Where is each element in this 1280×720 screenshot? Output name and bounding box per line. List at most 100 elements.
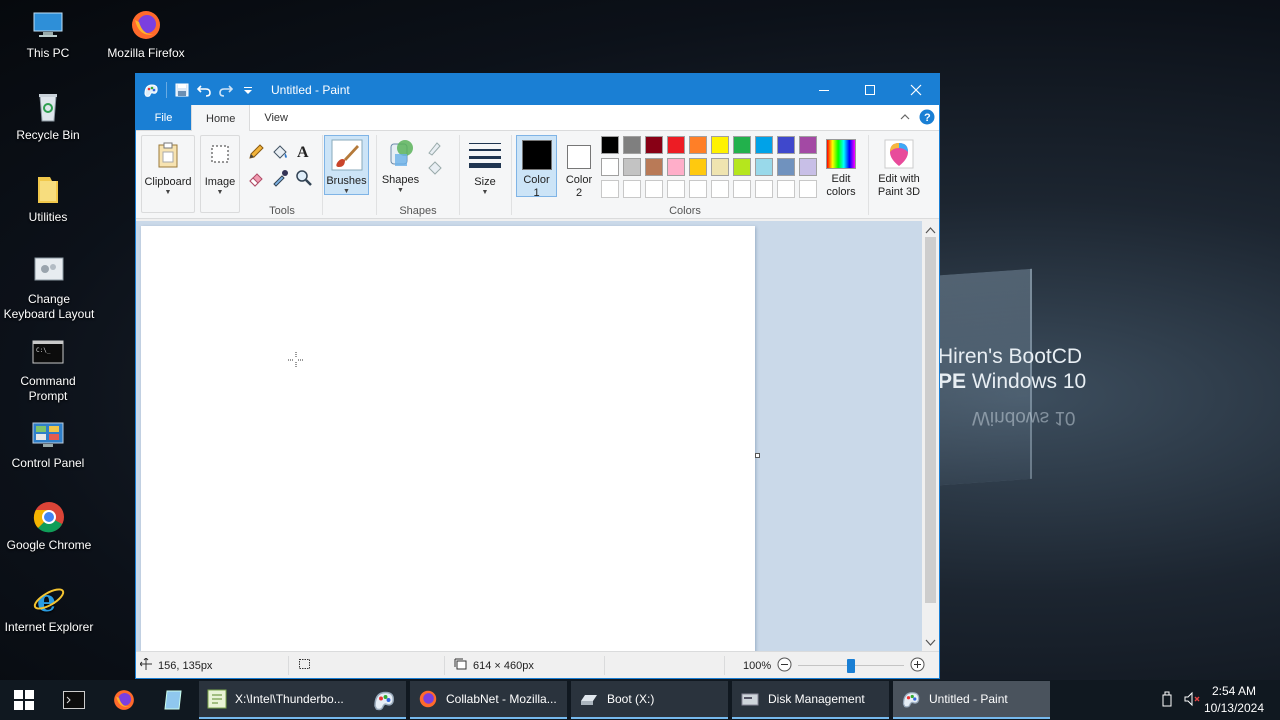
customize-quick-access-icon[interactable] (239, 81, 257, 99)
volume-muted-icon[interactable] (1184, 691, 1202, 710)
color2-button[interactable]: Color 2 (559, 135, 599, 199)
taskbar-pinned-paint[interactable] (359, 680, 409, 720)
palette-custom-slot[interactable] (645, 180, 663, 198)
undo-icon[interactable] (195, 81, 213, 99)
desktop-icon-internet-explorer[interactable]: e Internet Explorer (1, 582, 97, 635)
palette-custom-slot[interactable] (777, 180, 795, 198)
zoom-in-icon[interactable] (910, 657, 925, 675)
taskbar-notepad[interactable] (150, 680, 198, 720)
color1-label-line1: Color (523, 174, 550, 186)
palette-swatch[interactable] (733, 136, 751, 154)
color1-button[interactable]: Color 1 (516, 135, 557, 199)
taskbar-clock[interactable]: 2:54 AM 10/13/2024 (1204, 683, 1264, 717)
palette-custom-slot[interactable] (689, 180, 707, 198)
maximize-button[interactable] (847, 74, 893, 105)
tab-file[interactable]: File (136, 105, 191, 130)
palette-custom-slot[interactable] (711, 180, 729, 198)
tab-home[interactable]: Home (191, 105, 251, 132)
palette-swatch[interactable] (689, 136, 707, 154)
redo-icon[interactable] (217, 81, 235, 99)
zoom-slider-thumb[interactable] (847, 659, 856, 673)
taskbar-button-disk-management[interactable]: Disk Management (732, 681, 889, 719)
taskbar-button-firefox-window[interactable]: CollabNet - Mozilla... (410, 681, 567, 719)
cursor-position: 156, 135px (139, 652, 212, 678)
desktop-icon-chrome[interactable]: Google Chrome (1, 500, 97, 553)
ribbon-separator (511, 135, 512, 215)
save-icon[interactable] (173, 81, 191, 99)
paint-app-icon[interactable] (142, 81, 160, 99)
start-button[interactable] (0, 680, 48, 720)
palette-custom-slot[interactable] (799, 180, 817, 198)
desktop-icon-this-pc[interactable]: This PC (0, 8, 96, 61)
color1-label-line2: 1 (533, 187, 540, 199)
desktop-icon-keyboard-layout[interactable]: Change Keyboard Layout (1, 254, 97, 322)
color-picker-icon[interactable] (271, 169, 289, 187)
desktop-icon-utilities[interactable]: Utilities (0, 172, 96, 225)
palette-swatch[interactable] (711, 158, 729, 176)
scroll-down-icon[interactable] (925, 636, 936, 650)
drawing-canvas[interactable] (141, 226, 755, 653)
help-icon[interactable]: ? (919, 109, 935, 128)
taskbar-firefox[interactable] (100, 680, 148, 720)
desktop-icon-command-prompt[interactable]: C:\_ Command Prompt (0, 336, 96, 404)
clipboard-button[interactable]: Clipboard ▼ (141, 135, 195, 213)
canvas-resize-handle-right[interactable] (755, 453, 760, 458)
palette-swatch[interactable] (777, 158, 795, 176)
palette-custom-slot[interactable] (601, 180, 619, 198)
scroll-up-icon[interactable] (925, 224, 936, 238)
desktop-icon-label: Internet Explorer (4, 620, 94, 634)
shapes-button[interactable]: Shapes ▼ (378, 135, 423, 195)
palette-swatch[interactable] (601, 158, 619, 176)
taskbar-command-prompt[interactable] (50, 680, 98, 720)
palette-swatch[interactable] (799, 158, 817, 176)
desktop-icon-control-panel[interactable]: Control Panel (0, 418, 96, 471)
fill-bucket-icon[interactable] (271, 143, 289, 161)
palette-swatch[interactable] (733, 158, 751, 176)
palette-custom-slot[interactable] (755, 180, 773, 198)
colors-group-label: Colors (669, 205, 701, 217)
eraser-icon[interactable] (247, 169, 265, 187)
palette-swatch[interactable] (711, 136, 729, 154)
collapse-ribbon-icon[interactable] (899, 111, 911, 126)
palette-swatch[interactable] (601, 136, 619, 154)
taskbar-button-paint[interactable]: Untitled - Paint (893, 681, 1050, 719)
pencil-icon[interactable] (247, 143, 265, 161)
palette-swatch[interactable] (645, 158, 663, 176)
palette-swatch[interactable] (799, 136, 817, 154)
edit-with-paint3d-button[interactable]: Edit with Paint 3D (872, 135, 926, 199)
tab-view[interactable]: View (250, 105, 302, 130)
zoom-slider[interactable] (798, 658, 905, 673)
text-tool-icon[interactable]: A (295, 142, 313, 161)
close-button[interactable] (893, 74, 939, 105)
fill-icon[interactable] (426, 159, 444, 177)
title-bar[interactable]: Untitled - Paint (136, 74, 939, 105)
minimize-button[interactable] (801, 74, 847, 105)
palette-swatch[interactable] (645, 136, 663, 154)
palette-custom-slot[interactable] (667, 180, 685, 198)
palette-custom-slot[interactable] (733, 180, 751, 198)
palette-swatch[interactable] (623, 158, 641, 176)
size-dropdown-arrow: ▼ (481, 189, 489, 196)
image-button[interactable]: Image ▼ (200, 135, 240, 213)
edit-colors-button[interactable]: Edit colors (821, 135, 861, 199)
zoom-out-icon[interactable] (777, 657, 792, 675)
size-button[interactable]: Size ▼ (465, 135, 505, 197)
palette-swatch[interactable] (777, 136, 795, 154)
palette-swatch[interactable] (667, 158, 685, 176)
palette-swatch[interactable] (755, 158, 773, 176)
desktop-icon-recycle-bin[interactable]: Recycle Bin (0, 90, 96, 143)
brushes-button[interactable]: Brushes ▼ (324, 135, 369, 195)
usb-device-icon[interactable] (1160, 691, 1174, 710)
paint-icon (902, 692, 920, 708)
vertical-scrollbar[interactable] (922, 221, 939, 653)
palette-swatch[interactable] (689, 158, 707, 176)
palette-swatch[interactable] (623, 136, 641, 154)
taskbar-button-boot-drive[interactable]: Boot (X:) (571, 681, 728, 719)
scrollbar-thumb[interactable] (925, 237, 936, 603)
magnifier-icon[interactable] (295, 169, 313, 187)
palette-custom-slot[interactable] (623, 180, 641, 198)
outline-icon[interactable] (426, 139, 444, 157)
desktop-icon-firefox[interactable]: Mozilla Firefox (98, 8, 194, 61)
palette-swatch[interactable] (755, 136, 773, 154)
palette-swatch[interactable] (667, 136, 685, 154)
